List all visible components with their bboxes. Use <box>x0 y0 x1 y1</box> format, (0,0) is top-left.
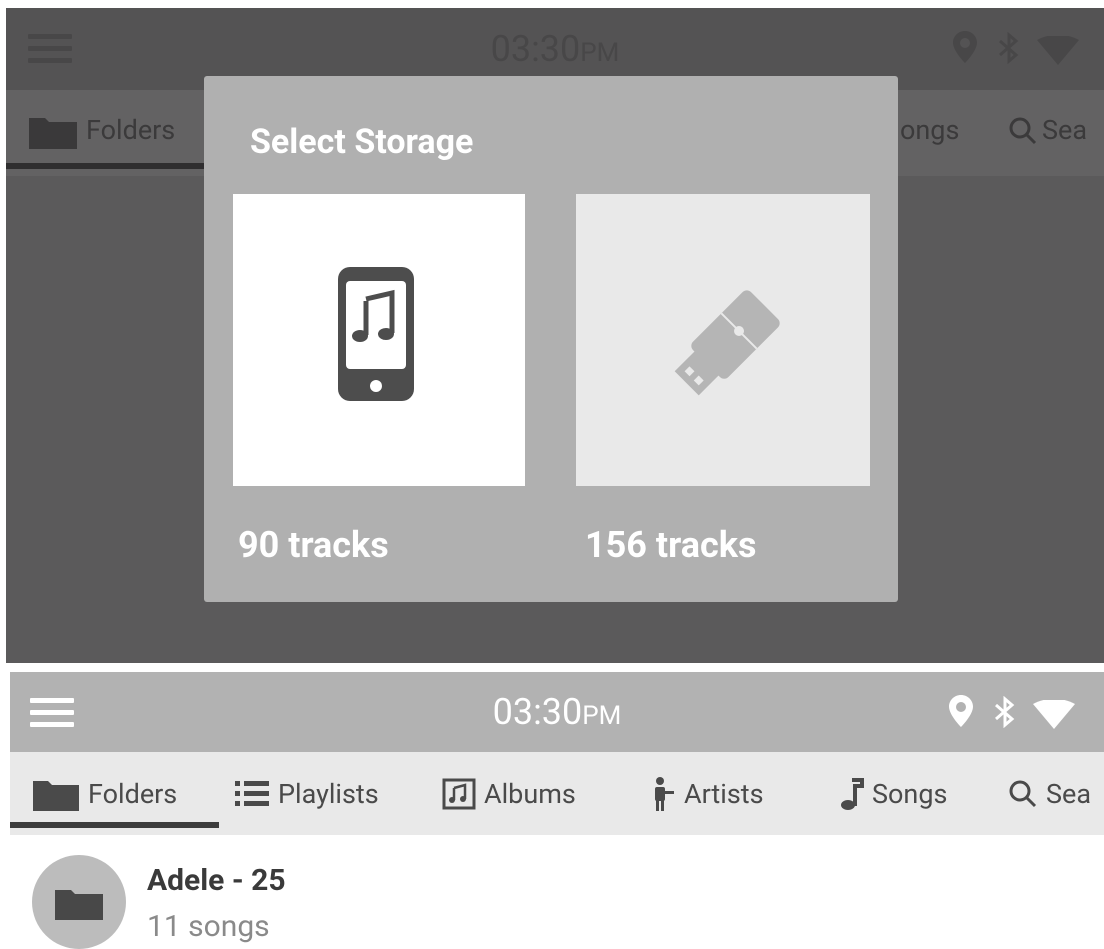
location-icon <box>953 31 977 63</box>
artist-icon <box>655 776 674 811</box>
tab-albums[interactable]: Albums <box>442 752 576 835</box>
tab-underline-dimmed <box>6 163 204 169</box>
folder-icon <box>55 890 103 920</box>
folder-title: Adele - 25 <box>147 863 286 898</box>
folder-icon <box>33 780 79 811</box>
active-tab-indicator <box>10 822 219 828</box>
avatar <box>32 855 126 949</box>
wifi-icon <box>1037 36 1079 65</box>
bluetooth-icon <box>999 32 1019 64</box>
search-icon <box>1009 117 1037 145</box>
tab-folders-dimmed: Folders <box>86 114 176 146</box>
tab-search[interactable]: Sea <box>1008 752 1091 835</box>
usb-drive-icon <box>674 290 780 396</box>
dialog-title: Select Storage <box>250 122 474 162</box>
storage-option-phone[interactable] <box>233 194 525 486</box>
tab-artists[interactable]: Artists <box>650 752 764 835</box>
storage-option-usb[interactable] <box>576 194 870 486</box>
wifi-icon <box>1033 700 1075 729</box>
status-time: 03:30PM <box>492 691 622 733</box>
status-time: 03:30PM <box>490 28 620 70</box>
phone-music-icon <box>338 267 414 401</box>
tab-songs-partial: ongs <box>900 114 960 146</box>
phone-track-count: 90 tracks <box>238 524 389 566</box>
tab-playlists-label: Playlists <box>278 777 379 810</box>
album-icon <box>442 778 476 809</box>
bluetooth-icon <box>995 696 1015 728</box>
tab-search-partial: Sea <box>1042 114 1088 146</box>
tab-albums-label: Albums <box>484 777 576 810</box>
search-icon <box>1009 780 1037 807</box>
tab-search-label: Sea <box>1046 777 1092 810</box>
tab-playlists[interactable]: Playlists <box>234 752 379 835</box>
tab-artists-label: Artists <box>684 777 764 810</box>
music-note-icon <box>841 777 864 810</box>
tab-bar: Folders Playlists Albums Artists Songs S… <box>10 752 1104 835</box>
tab-songs[interactable]: Songs <box>840 752 947 835</box>
tab-songs-label: Songs <box>872 777 948 810</box>
list-icon <box>235 780 269 806</box>
tab-folders-label: Folders <box>88 777 178 810</box>
status-bar: 03:30PM <box>10 672 1104 752</box>
folder-icon <box>29 118 77 149</box>
location-icon <box>949 695 973 727</box>
folder-song-count: 11 songs <box>147 909 270 944</box>
usb-track-count: 156 tracks <box>585 524 757 566</box>
select-storage-dialog: Select Storage 90 tracks 156 tracks <box>204 76 898 602</box>
list-item[interactable]: Adele - 25 11 songs <box>10 835 1104 949</box>
